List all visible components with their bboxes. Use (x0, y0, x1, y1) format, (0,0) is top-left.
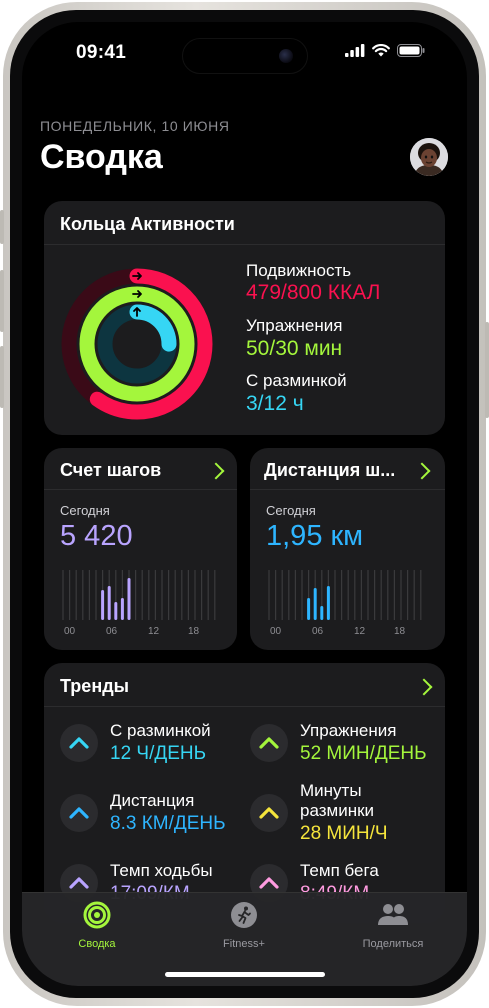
volume-down-button (0, 346, 4, 408)
chart-bar (313, 588, 317, 620)
distance-card-title: Дистанция ш... (264, 460, 396, 480)
status-icons (345, 44, 425, 57)
divider (44, 489, 237, 490)
trend-label: Упражнения (300, 721, 397, 740)
axis-tick-label: 00 (64, 626, 76, 637)
tab-fitness-plus[interactable]: Fitness+ (184, 901, 304, 950)
axis-tick-label: 06 (106, 626, 118, 637)
screen: 09:41 ПОНЕДЕЛЬНИК, 10 ИЮНЯ Сводка Кольца… (22, 22, 467, 986)
trend-label-line: Минуты (300, 781, 362, 800)
memoji-avatar-icon (410, 138, 448, 176)
people-icon (378, 904, 408, 925)
distance-value: 1,95 км (266, 520, 364, 552)
tab-label: Сводка (78, 938, 116, 950)
steps-card[interactable]: Счет шагов Сегодня 5 420 00 06 12 18 (44, 448, 237, 650)
activity-card-title: Кольца Активности (60, 214, 235, 234)
volume-up-button (0, 270, 4, 332)
trend-value: 28 МИН/Ч (300, 823, 388, 844)
steps-card-title: Счет шагов (60, 460, 162, 480)
cellular-signal-icon (345, 44, 365, 57)
distance-today-label: Сегодня (266, 503, 316, 518)
wifi-icon (372, 44, 390, 57)
side-button (485, 322, 489, 418)
trend-up-icon (250, 794, 288, 832)
chart-bar (120, 598, 124, 620)
exercise-label: Упражнения (246, 316, 343, 335)
divider (250, 489, 445, 490)
axis-tick-label: 00 (270, 626, 282, 637)
tab-label: Поделиться (362, 938, 424, 950)
chevron-right-icon (415, 678, 433, 696)
trend-label: С разминкой (110, 721, 211, 740)
action-button (0, 210, 4, 244)
tab-sharing[interactable]: Поделиться (333, 901, 453, 950)
trend-label: Темп бега (300, 861, 379, 880)
move-value: 479/800 ККАЛ (246, 281, 381, 304)
trends-card[interactable]: Тренды С разминкой 12 Ч/ДЕНЬ Упражнения 52 … (44, 663, 445, 923)
activity-rings-chart (61, 268, 213, 420)
chart-bar (101, 590, 105, 620)
trend-value: 52 МИН/ДЕНЬ (300, 743, 427, 764)
divider (44, 244, 445, 245)
profile-avatar[interactable] (410, 138, 448, 176)
steps-today-label: Сегодня (60, 503, 110, 518)
stand-label: С разминкой (246, 371, 347, 390)
date-label: ПОНЕДЕЛЬНИК, 10 ИЮНЯ (40, 118, 230, 134)
page-title: Сводка (40, 138, 163, 176)
battery-icon (397, 44, 425, 57)
trends-title: Тренды (60, 676, 129, 696)
trend-label: Дистанция (110, 791, 195, 810)
tab-label: Fitness+ (223, 938, 265, 950)
trend-label: Темп ходьбы (110, 861, 213, 880)
status-time: 09:41 (76, 42, 127, 63)
chart-bar (114, 602, 118, 620)
camera-icon (279, 49, 293, 63)
axis-tick-label: 06 (312, 626, 324, 637)
activity-rings-card[interactable]: Кольца Активности Подвижность 479/800 КК… (44, 201, 445, 435)
chart-bar (326, 586, 330, 620)
chart-bar (107, 586, 111, 620)
distance-card[interactable]: Дистанция ш... Сегодня 1,95 км 00 06 12 … (250, 448, 445, 650)
move-label: Подвижность (246, 261, 352, 280)
trend-up-icon (60, 794, 98, 832)
chart-bar (320, 606, 324, 620)
steps-axis: 00 06 12 18 (64, 626, 214, 640)
stand-value: 3/12 ч (246, 392, 304, 415)
exercise-value: 50/30 мин (246, 337, 343, 360)
chevron-right-icon (207, 462, 225, 480)
trend-value: 8.3 КМ/ДЕНЬ (110, 813, 226, 834)
axis-tick-label: 12 (148, 626, 160, 637)
divider (44, 706, 445, 707)
running-figure-icon (231, 902, 257, 928)
trend-up-icon (60, 724, 98, 762)
chart-bar (127, 578, 131, 620)
chart-bar (307, 598, 311, 620)
steps-value: 5 420 (60, 520, 133, 552)
axis-tick-label: 12 (354, 626, 366, 637)
trend-up-icon (250, 724, 288, 762)
tab-summary[interactable]: Сводка (37, 901, 157, 950)
chevron-right-icon (413, 462, 431, 480)
axis-tick-label: 18 (188, 626, 200, 637)
dynamic-island (182, 38, 308, 74)
axis-tick-label: 18 (394, 626, 406, 637)
activity-rings-icon (83, 901, 111, 929)
trend-label-line: разминки (300, 801, 375, 820)
trend-label: Минуты разминки (300, 781, 374, 821)
distance-axis: 00 06 12 18 (270, 626, 420, 640)
home-indicator (165, 972, 325, 977)
trend-value: 12 Ч/ДЕНЬ (110, 743, 207, 764)
